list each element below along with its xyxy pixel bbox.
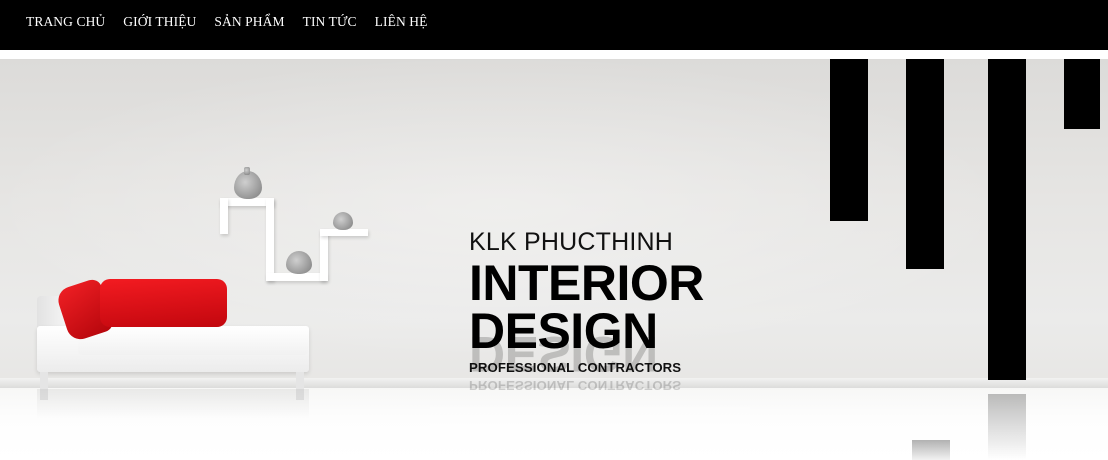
black-stripe-decoration: [906, 59, 944, 269]
nav-item-products[interactable]: SẢN PHẨM: [205, 14, 293, 30]
nav-divider: [0, 50, 1108, 59]
brand-reflection: PROFESSIONAL CONTRACTORS DESIGN: [469, 326, 709, 393]
headline-design-reflection: DESIGN: [469, 326, 658, 382]
red-pillow: [100, 279, 227, 327]
black-stripe-decoration: [988, 59, 1026, 380]
hero-banner: KLK PHUCTHINH INTERIOR DESIGN PROFESSION…: [0, 59, 1108, 460]
nav-item-about[interactable]: GIỚI THIỆU: [114, 14, 205, 30]
vase-decoration: [286, 251, 312, 274]
nav-item-news[interactable]: TIN TỨC: [294, 14, 366, 30]
vase-decoration: [244, 167, 250, 175]
stripe-reflection: [912, 440, 950, 460]
brand-name: KLK PHUCTHINH: [469, 228, 674, 256]
sofa-reflection: [37, 389, 309, 419]
sofa-seat: [78, 327, 308, 355]
stripe-reflection: [988, 394, 1026, 460]
black-stripe-decoration: [830, 59, 868, 221]
vase-decoration: [333, 212, 353, 230]
top-navigation-bar: TRANG CHỦ GIỚI THIỆU SẢN PHẨM TIN TỨC LI…: [0, 0, 1108, 50]
black-stripe-decoration: [1064, 59, 1100, 129]
nav-item-home[interactable]: TRANG CHỦ: [17, 14, 114, 30]
vase-decoration: [234, 171, 262, 199]
reflection-fade: [430, 389, 750, 460]
headline-interior: INTERIOR: [469, 255, 704, 311]
nav-menu: TRANG CHỦ GIỚI THIỆU SẢN PHẨM TIN TỨC LI…: [0, 0, 1108, 43]
nav-item-contact[interactable]: LIÊN HỆ: [366, 14, 437, 30]
